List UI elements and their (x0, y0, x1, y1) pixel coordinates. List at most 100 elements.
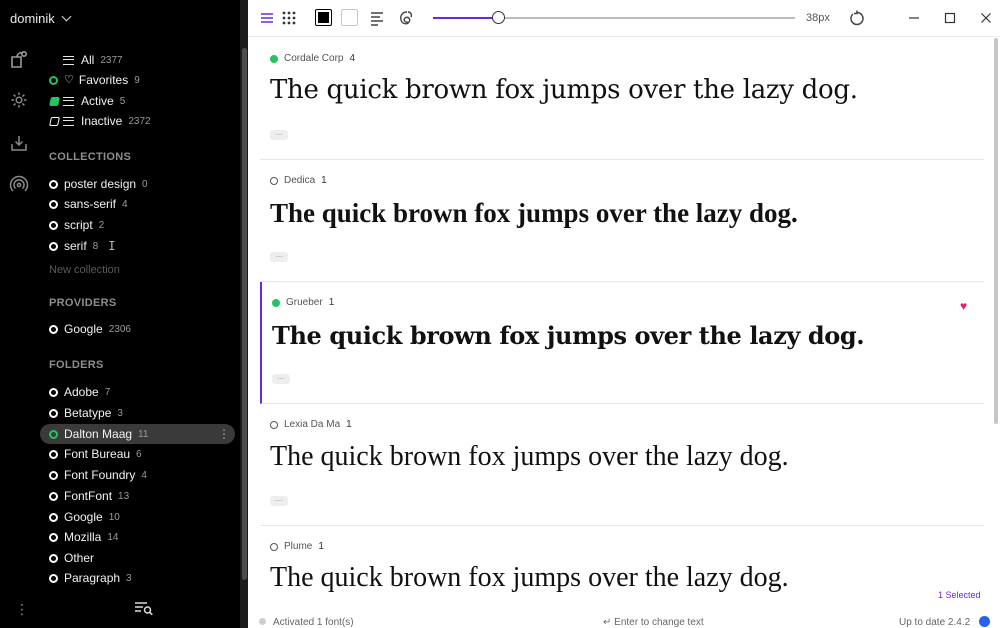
collections-heading: COLLECTIONS (49, 151, 132, 163)
sidebar-item-folder[interactable]: Betatype 3 (49, 403, 123, 423)
sidebar-scrollbar-thumb[interactable] (242, 48, 247, 580)
sidebar-item-folder[interactable]: Font Foundry 4 (49, 465, 147, 485)
reset-icon[interactable] (848, 9, 866, 27)
sidebar-item-label: FontFont (64, 489, 113, 503)
sidebar-item-count: 0 (142, 178, 148, 190)
sidebar-item-all[interactable]: All 2377 (49, 50, 123, 70)
library-icon[interactable] (9, 50, 29, 70)
sidebar-item-inactive[interactable]: Inactive 2372 (48, 111, 151, 131)
font-sample[interactable]: The quick brown fox jumps over the lazy … (270, 75, 858, 105)
heart-filled-icon[interactable]: ♥ (960, 300, 967, 312)
font-card[interactable]: Dedica 1 The quick brown fox jumps over … (260, 160, 984, 282)
sidebar-item-folder[interactable]: Font Bureau 6 (49, 444, 142, 464)
list-view-icon[interactable] (258, 9, 276, 27)
sidebar-item-label: Active (81, 94, 114, 108)
more-styles-chip[interactable]: ... (270, 129, 288, 140)
sidebar-item-collection[interactable]: poster design 0 (49, 174, 148, 194)
inactive-status-icon[interactable] (270, 542, 278, 551)
update-icon[interactable] (979, 616, 990, 627)
font-meta: Cordale Corp 4 (270, 53, 355, 64)
status-message: Activated 1 font(s) (273, 617, 354, 628)
grid-view-icon[interactable] (280, 9, 298, 27)
sidebar-item-collection[interactable]: sans-serif 4 (49, 194, 128, 214)
sidebar-item-count: 9 (134, 74, 140, 86)
status-ring-icon (49, 241, 58, 251)
font-sample[interactable]: The quick brown fox jumps over the lazy … (270, 562, 789, 594)
status-ring-icon (49, 512, 58, 522)
filter-search-icon[interactable] (134, 600, 154, 616)
sidebar-item-count: 2377 (100, 54, 123, 66)
slider-thumb[interactable] (492, 11, 506, 24)
sidebar-item-folder[interactable]: Adobe 7 (49, 382, 110, 402)
providers-heading: PROVIDERS (49, 297, 117, 309)
sidebar-item-folder[interactable]: Paragraph 3 (49, 568, 132, 588)
sidebar-item-provider[interactable]: Google 2306 (49, 319, 131, 339)
settings-icon[interactable] (9, 90, 29, 110)
more-styles-chip[interactable]: ... (270, 251, 288, 262)
sidebar-item-count: 2306 (108, 323, 131, 335)
sidebar-item-collection[interactable]: serif 8 I (49, 236, 115, 256)
status-ring-icon (49, 429, 58, 439)
toggle-off-icon (48, 116, 60, 126)
close-icon[interactable] (978, 10, 994, 26)
font-sample[interactable]: The quick brown fox jumps over the lazy … (272, 321, 865, 350)
broadcast-icon[interactable] (9, 175, 29, 195)
user-menu[interactable]: dominik (10, 11, 72, 26)
sidebar-item-count: 13 (118, 490, 130, 502)
style-count: 1 (328, 297, 335, 308)
font-card[interactable]: Plume 1 The quick brown fox jumps over t… (260, 526, 984, 610)
style-count: 1 (321, 175, 327, 186)
maximize-icon[interactable] (942, 10, 958, 26)
status-ring-icon (49, 573, 58, 583)
status-ring-icon (49, 387, 58, 397)
more-styles-chip[interactable]: ... (270, 495, 288, 506)
font-card[interactable]: Lexia Da Ma 1 The quick brown fox jumps … (260, 404, 984, 526)
more-styles-chip[interactable]: ... (272, 373, 290, 384)
import-icon[interactable] (9, 133, 29, 153)
inactive-status-icon[interactable] (270, 176, 278, 185)
sidebar-item-folder[interactable]: Google 10 (49, 507, 120, 527)
more-vertical-icon[interactable]: ⋮ (15, 602, 29, 616)
status-ring-icon (49, 491, 58, 501)
status-ring-icon (49, 199, 58, 209)
font-card[interactable]: Cordale Corp 4 The quick brown fox jumps… (260, 38, 984, 160)
status-ring-icon (49, 179, 58, 189)
sidebar-item-count: 6 (136, 448, 142, 460)
font-size-slider[interactable] (433, 11, 795, 24)
active-status-icon[interactable] (272, 298, 280, 307)
minimize-icon[interactable] (906, 10, 922, 26)
font-name: Plume (284, 541, 313, 552)
active-status-icon[interactable] (270, 54, 278, 63)
sidebar-item-folder[interactable]: Dalton Maag 11 (49, 424, 148, 444)
sidebar-item-collection[interactable]: script 2 (49, 215, 104, 235)
font-name: Cordale Corp (284, 53, 344, 64)
toggle-on-icon (48, 96, 60, 106)
light-preview-button[interactable] (341, 9, 358, 26)
text-cursor-icon: I (108, 239, 116, 253)
inactive-status-icon[interactable] (270, 420, 278, 429)
style-count: 1 (318, 541, 324, 552)
font-meta: Dedica 1 (270, 175, 327, 186)
sidebar-item-label: Google (64, 322, 103, 336)
font-sample[interactable]: The quick brown fox jumps over the lazy … (270, 198, 798, 229)
more-vertical-icon[interactable]: ⋮ (218, 427, 230, 441)
status-ring-icon (49, 470, 58, 480)
sidebar-item-label: Paragraph (64, 571, 121, 585)
glyph-icon[interactable] (396, 9, 414, 27)
font-card[interactable]: Grueber 1 ♥ The quick brown fox jumps ov… (260, 282, 984, 404)
sidebar-item-folder[interactable]: Mozilla 14 (49, 527, 118, 547)
text-align-icon[interactable] (368, 9, 386, 27)
main-scrollbar-thumb[interactable] (994, 38, 998, 424)
font-sample[interactable]: The quick brown fox jumps over the lazy … (270, 441, 789, 473)
black-swatch (318, 12, 329, 23)
dark-preview-button[interactable] (315, 9, 332, 26)
sidebar-item-active[interactable]: Active 5 (48, 91, 125, 111)
font-name: Lexia Da Ma (284, 419, 341, 430)
sidebar-item-favorites[interactable]: ♡ Favorites 9 (49, 70, 140, 90)
sidebar-item-folder[interactable]: Other (49, 548, 100, 568)
new-collection-button[interactable]: New collection (49, 264, 120, 276)
sidebar-item-folder[interactable]: FontFont 13 (49, 486, 129, 506)
sidebar-item-label: poster design (64, 177, 137, 191)
sidebar-item-label: Mozilla (64, 530, 102, 544)
list-icon (63, 116, 74, 126)
